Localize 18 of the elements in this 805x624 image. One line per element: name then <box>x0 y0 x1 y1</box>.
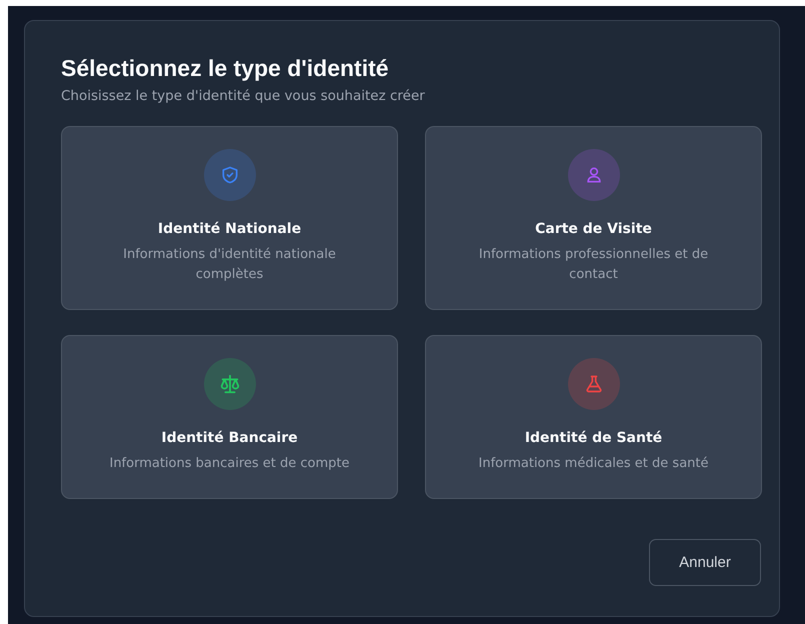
identity-type-card[interactable]: Carte de Visite Informations professionnelles et de contact <box>425 126 762 310</box>
card-title: Identité de Santé <box>524 430 662 446</box>
card-description: Informations d'identité nationale complètes <box>122 246 337 284</box>
card-description: Informations médicales et de santé <box>478 455 708 473</box>
identity-type-card[interactable]: Identité de Santé Informations médicales et de santé <box>425 335 762 499</box>
flask-icon <box>584 374 604 394</box>
card-title: Identité Nationale <box>158 221 302 237</box>
card-title: Carte de Visite <box>535 221 652 237</box>
cancel-button[interactable]: Annuler <box>649 539 761 586</box>
shield-check-icon <box>220 165 240 185</box>
card-title: Identité Bancaire <box>161 430 298 446</box>
dialog-subtitle: Choisissez le type d'identité que vous souhaitez créer <box>61 88 426 104</box>
identity-type-card[interactable]: Identité Nationale Informations d'identité nationale complètes <box>61 126 398 310</box>
identity-type-card[interactable]: Identité Bancaire Informations bancaires et de compte <box>61 335 398 499</box>
card-description: Informations professionnelles et de contact <box>478 246 710 284</box>
card-description: Informations bancaires et de compte <box>109 455 350 473</box>
dialog-title: Sélectionnez le type d'identité <box>61 55 390 82</box>
scale-icon <box>218 373 240 395</box>
